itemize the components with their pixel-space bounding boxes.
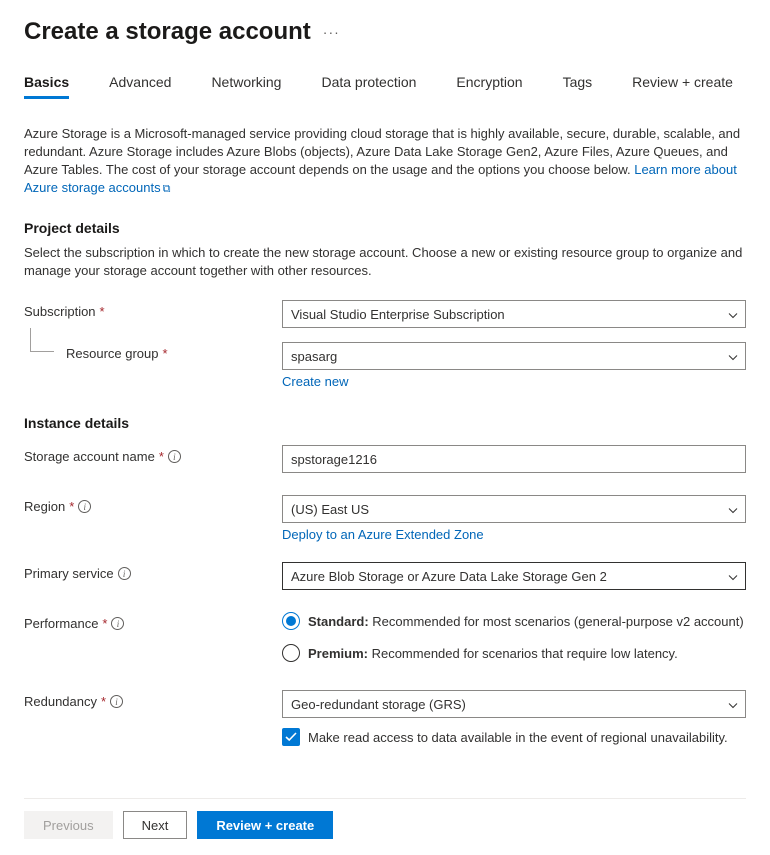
tab-advanced[interactable]: Advanced	[109, 74, 171, 99]
external-link-icon: ⧉	[163, 180, 171, 198]
page-title: Create a storage account	[24, 18, 311, 46]
performance-label: Performance* i	[24, 612, 282, 631]
project-details-sub: Select the subscription in which to crea…	[24, 244, 746, 280]
instance-details-heading: Instance details	[24, 415, 746, 431]
required-icon: *	[102, 616, 107, 631]
previous-button: Previous	[24, 811, 113, 839]
required-icon: *	[159, 449, 164, 464]
review-create-button[interactable]: Review + create	[197, 811, 333, 839]
project-details-heading: Project details	[24, 220, 746, 236]
redundancy-select[interactable]: Geo-redundant storage (GRS)	[282, 690, 746, 718]
primary-service-select[interactable]: Azure Blob Storage or Azure Data Lake St…	[282, 562, 746, 590]
tab-networking[interactable]: Networking	[211, 74, 281, 99]
tab-data-protection[interactable]: Data protection	[321, 74, 416, 99]
info-icon[interactable]: i	[118, 567, 131, 580]
intro-text-body: Azure Storage is a Microsoft-managed ser…	[24, 126, 740, 177]
tab-tags[interactable]: Tags	[563, 74, 593, 99]
required-icon: *	[101, 694, 106, 709]
performance-standard-radio[interactable]	[282, 612, 300, 630]
performance-premium-label: Premium: Recommended for scenarios that …	[308, 646, 678, 661]
subscription-label: Subscription*	[24, 300, 282, 319]
info-icon[interactable]: i	[111, 617, 124, 630]
required-icon: *	[69, 499, 74, 514]
tab-encryption[interactable]: Encryption	[456, 74, 522, 99]
info-icon[interactable]: i	[110, 695, 123, 708]
required-icon: *	[163, 346, 168, 361]
intro-text: Azure Storage is a Microsoft-managed ser…	[24, 125, 746, 198]
read-access-label: Make read access to data available in th…	[308, 730, 728, 745]
resource-group-select[interactable]: spasarg	[282, 342, 746, 370]
tree-connector-icon	[30, 328, 54, 352]
storage-account-name-label: Storage account name* i	[24, 445, 282, 464]
required-icon: *	[100, 304, 105, 319]
resource-group-label: Resource group*	[24, 342, 282, 361]
next-button[interactable]: Next	[123, 811, 188, 839]
tab-review-create[interactable]: Review + create	[632, 74, 733, 99]
subscription-select[interactable]: Visual Studio Enterprise Subscription	[282, 300, 746, 328]
redundancy-label: Redundancy* i	[24, 690, 282, 709]
read-access-checkbox[interactable]	[282, 728, 300, 746]
info-icon[interactable]: i	[78, 500, 91, 513]
primary-service-label: Primary service i	[24, 562, 282, 581]
tab-basics[interactable]: Basics	[24, 74, 69, 99]
tabs-nav: Basics Advanced Networking Data protecti…	[24, 74, 746, 99]
performance-standard-label: Standard: Recommended for most scenarios…	[308, 614, 744, 629]
create-new-link[interactable]: Create new	[282, 374, 348, 389]
more-actions-icon[interactable]: ···	[323, 24, 340, 40]
region-label: Region* i	[24, 495, 282, 514]
region-select[interactable]: (US) East US	[282, 495, 746, 523]
wizard-footer: Previous Next Review + create	[24, 798, 746, 855]
storage-account-name-input[interactable]	[282, 445, 746, 473]
deploy-extended-zone-link[interactable]: Deploy to an Azure Extended Zone	[282, 527, 484, 542]
info-icon[interactable]: i	[168, 450, 181, 463]
performance-premium-radio[interactable]	[282, 644, 300, 662]
